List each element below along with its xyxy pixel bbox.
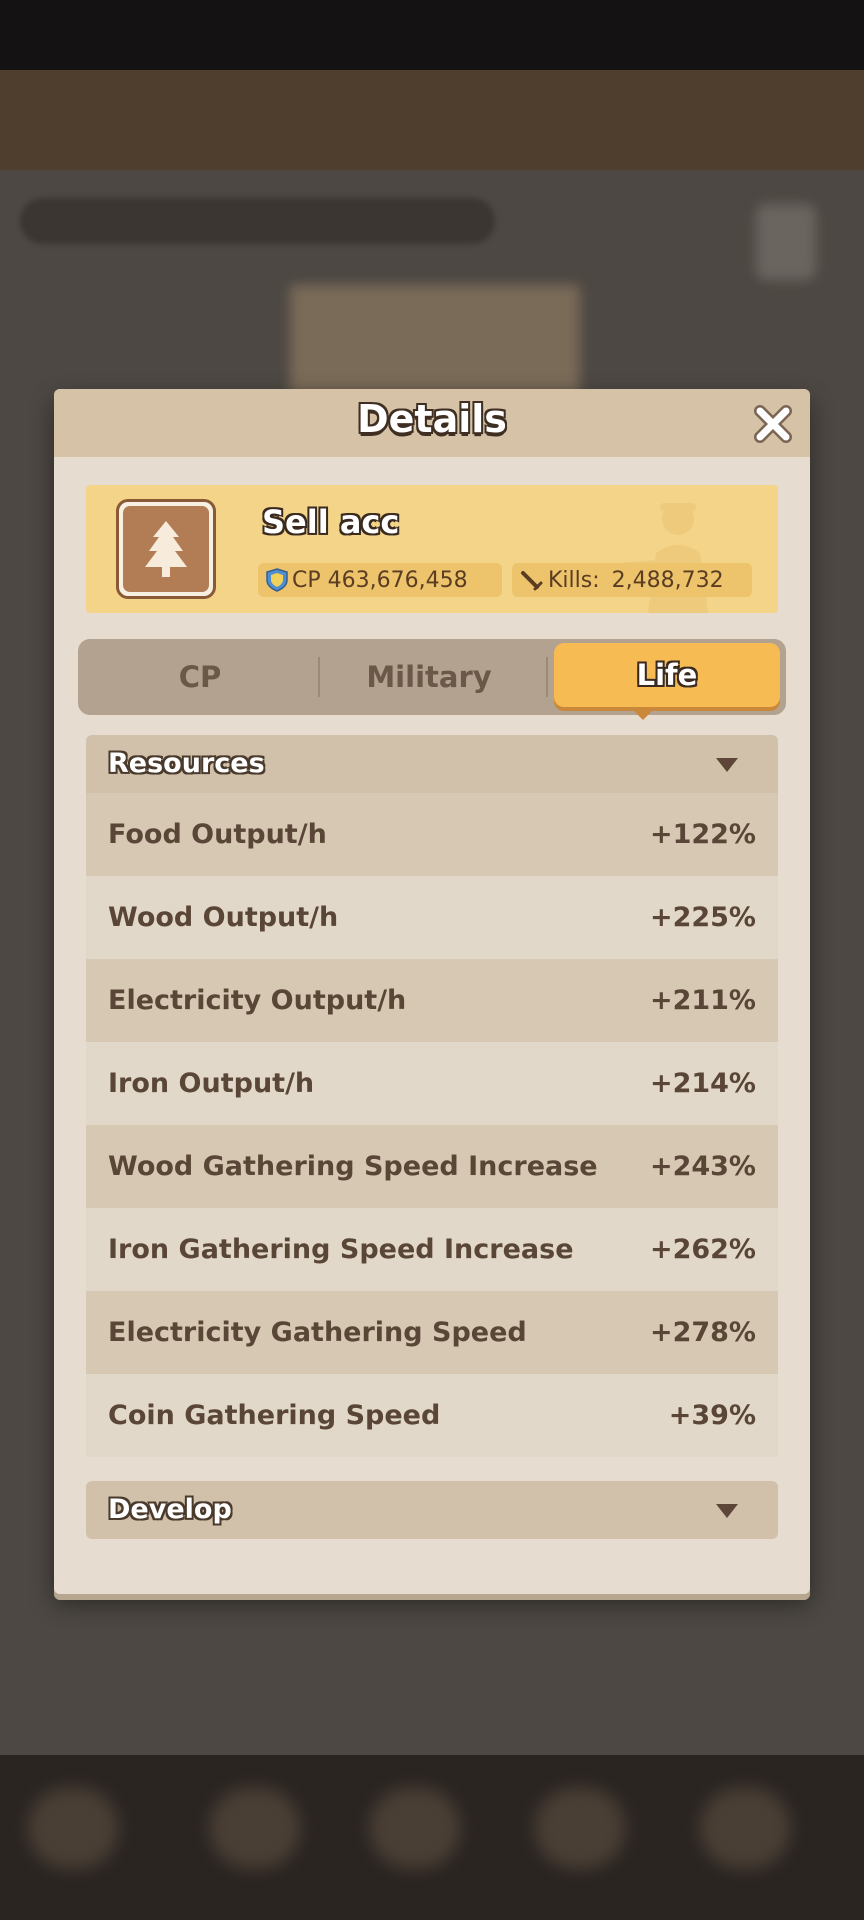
background-nav-icon bbox=[28, 1788, 118, 1868]
list-item: Electricity Output/h +211% bbox=[86, 959, 778, 1042]
tab-divider bbox=[546, 657, 548, 697]
stat-label: Wood Output/h bbox=[108, 902, 339, 933]
close-button[interactable] bbox=[750, 401, 796, 447]
dialog-title: Details bbox=[357, 397, 507, 441]
sword-icon bbox=[521, 571, 543, 591]
develop-section-title: Develop bbox=[108, 1494, 232, 1525]
shield-icon bbox=[266, 568, 288, 592]
tab-bar: CP Military Life bbox=[78, 639, 786, 715]
background-server-pill bbox=[20, 198, 495, 244]
stat-label: Electricity Gathering Speed bbox=[108, 1317, 527, 1348]
background-nav-icon bbox=[700, 1788, 790, 1868]
list-item: Iron Output/h +214% bbox=[86, 1042, 778, 1125]
stat-value: +211% bbox=[649, 985, 756, 1016]
resources-section-title: Resources bbox=[108, 748, 265, 779]
stat-value: +214% bbox=[649, 1068, 756, 1099]
list-item: Coin Gathering Speed +39% bbox=[86, 1374, 778, 1457]
background-nav-icon bbox=[370, 1788, 460, 1868]
list-item: Wood Output/h +225% bbox=[86, 876, 778, 959]
active-tab-pointer bbox=[633, 710, 653, 720]
tab-military[interactable]: Military bbox=[316, 645, 542, 709]
background-trophy-icon bbox=[756, 204, 816, 280]
stat-label: Electricity Output/h bbox=[108, 985, 407, 1016]
profile-banner: Sell acc CP 463,676,458 Kills: 2,488,732 bbox=[86, 485, 778, 613]
player-name: Sell acc bbox=[262, 503, 400, 541]
background-card bbox=[290, 285, 580, 395]
resources-section-header[interactable]: Resources bbox=[86, 735, 778, 793]
dialog-header: Details bbox=[54, 389, 810, 457]
background-header bbox=[0, 70, 864, 170]
tree-icon bbox=[145, 521, 187, 577]
tab-cp[interactable]: CP bbox=[84, 645, 316, 709]
kills-label: Kills: bbox=[548, 567, 600, 593]
list-item: Electricity Gathering Speed +278% bbox=[86, 1291, 778, 1374]
stat-value: +122% bbox=[649, 819, 756, 850]
resources-list: Food Output/h +122% Wood Output/h +225% … bbox=[86, 793, 778, 1457]
stat-label: Iron Output/h bbox=[108, 1068, 315, 1099]
list-item: Food Output/h +122% bbox=[86, 793, 778, 876]
stat-label: Wood Gathering Speed Increase bbox=[108, 1151, 598, 1182]
chevron-down-icon[interactable] bbox=[716, 758, 738, 772]
develop-section-header[interactable]: Develop bbox=[86, 1481, 778, 1539]
stat-value: +225% bbox=[649, 902, 756, 933]
stat-value: +39% bbox=[668, 1400, 756, 1431]
chevron-down-icon[interactable] bbox=[716, 1504, 738, 1518]
stat-label: Food Output/h bbox=[108, 819, 327, 850]
avatar[interactable] bbox=[116, 499, 216, 599]
stat-value: +243% bbox=[649, 1151, 756, 1182]
background-nav-icon bbox=[210, 1788, 300, 1868]
stat-value: +278% bbox=[649, 1317, 756, 1348]
list-item: Wood Gathering Speed Increase +243% bbox=[86, 1125, 778, 1208]
status-bar-area bbox=[0, 0, 864, 70]
kills-value: 2,488,732 bbox=[611, 567, 724, 593]
tab-life[interactable]: Life bbox=[554, 643, 780, 707]
details-dialog: Details Sell acc CP 463,676,458 Kills: 2… bbox=[54, 389, 810, 1594]
kills-badge: Kills: 2,488,732 bbox=[512, 563, 752, 597]
stat-label: Iron Gathering Speed Increase bbox=[108, 1234, 574, 1265]
close-icon bbox=[754, 405, 792, 443]
cp-value: CP 463,676,458 bbox=[292, 567, 468, 593]
background-nav-icon bbox=[535, 1788, 625, 1868]
stat-label: Coin Gathering Speed bbox=[108, 1400, 441, 1431]
stat-value: +262% bbox=[649, 1234, 756, 1265]
cp-badge: CP 463,676,458 bbox=[258, 563, 502, 597]
list-item: Iron Gathering Speed Increase +262% bbox=[86, 1208, 778, 1291]
